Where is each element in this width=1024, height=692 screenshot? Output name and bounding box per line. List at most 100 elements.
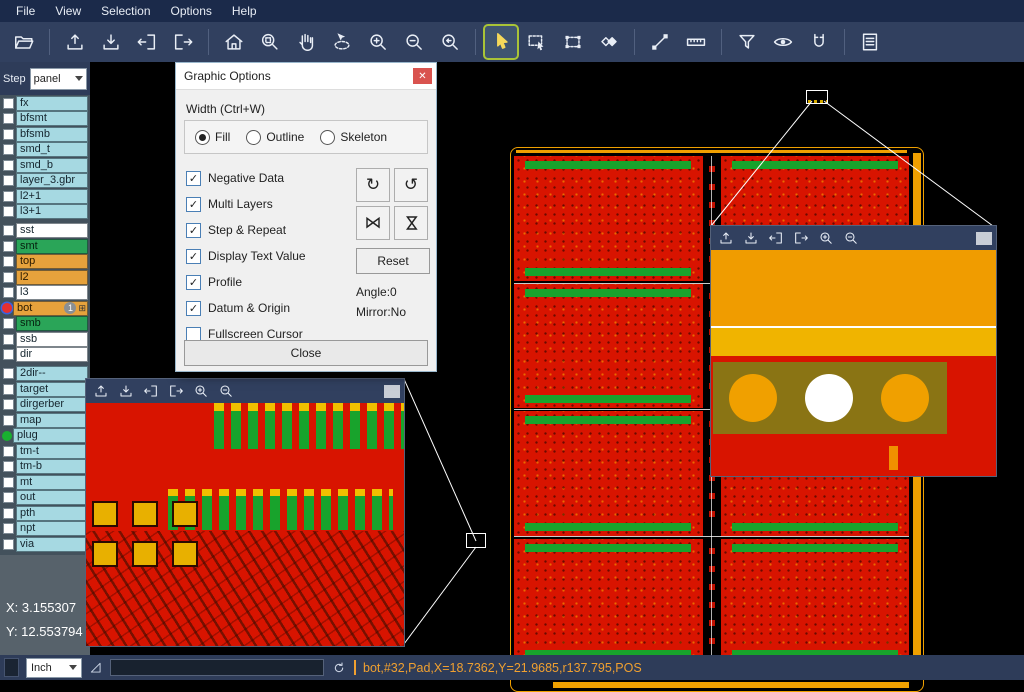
radio-outline[interactable]: Outline xyxy=(246,130,304,145)
window-button[interactable] xyxy=(384,385,400,398)
layer-checkbox[interactable] xyxy=(3,272,14,283)
close-icon[interactable]: ✕ xyxy=(413,68,432,84)
layer-name[interactable]: bfsmt xyxy=(16,111,88,126)
layer-row-l2[interactable]: l2 xyxy=(0,270,90,284)
layer-name[interactable]: bfsmb xyxy=(16,127,88,142)
magnifier-window-2[interactable] xyxy=(710,225,997,477)
checkbox-multi-layers[interactable]: Multi Layers xyxy=(186,194,352,214)
door-right-button[interactable] xyxy=(790,228,812,248)
menu-item-help[interactable]: Help xyxy=(222,2,267,20)
layer-name[interactable]: tm-t xyxy=(16,444,88,459)
tray-up-button[interactable] xyxy=(90,381,112,401)
checkbox-box[interactable] xyxy=(186,223,201,238)
tray-up-button[interactable] xyxy=(59,26,91,58)
layer-row-l3+1[interactable]: l3+1 xyxy=(0,205,90,219)
layer-row-ssb[interactable]: ssb xyxy=(0,332,90,346)
zoom-in-button[interactable] xyxy=(815,228,837,248)
mirror-vertical-button[interactable]: ⋈ xyxy=(394,206,428,240)
menu-item-options[interactable]: Options xyxy=(161,2,222,20)
magnifier-2-titlebar[interactable] xyxy=(711,226,996,250)
layer-checkbox[interactable] xyxy=(3,384,14,395)
door-left-button[interactable] xyxy=(140,381,162,401)
layer-row-tm-b[interactable]: tm-b xyxy=(0,460,90,474)
zoom-region-button[interactable] xyxy=(254,26,286,58)
layer-row-l3[interactable]: l3 xyxy=(0,286,90,300)
layer-checkbox[interactable] xyxy=(3,241,14,252)
layer-name[interactable]: l3 xyxy=(16,285,88,300)
layer-row-2dir--[interactable]: 2dir-- xyxy=(0,367,90,381)
layer-row-smd_b[interactable]: smd_b xyxy=(0,158,90,172)
layer-checkbox[interactable] xyxy=(3,160,14,171)
layer-row-sst[interactable]: sst xyxy=(0,224,90,238)
menu-item-file[interactable]: File xyxy=(6,2,45,20)
layer-name[interactable]: l2+1 xyxy=(16,189,88,204)
layer-row-dir[interactable]: dir xyxy=(0,348,90,362)
layer-row-bfsmt[interactable]: bfsmt xyxy=(0,112,90,126)
layer-name[interactable]: ssb xyxy=(16,332,88,347)
pan-hand-button[interactable] xyxy=(290,26,322,58)
zoom-out-button[interactable] xyxy=(398,26,430,58)
window-button[interactable] xyxy=(976,232,992,245)
door-left-button[interactable] xyxy=(131,26,163,58)
close-button[interactable]: Close xyxy=(184,340,428,366)
cursor-pointer-button[interactable] xyxy=(485,26,517,58)
layer-row-npt[interactable]: npt xyxy=(0,522,90,536)
rotate-cw-button[interactable]: ↻ xyxy=(356,168,390,202)
layer-name[interactable]: map xyxy=(16,413,88,428)
checkbox-box[interactable] xyxy=(186,275,201,290)
magnifier-window-1[interactable] xyxy=(85,378,405,647)
rotate-ccw-button[interactable]: ↺ xyxy=(394,168,428,202)
layer-name[interactable]: smb xyxy=(16,316,88,331)
layer-checkbox[interactable] xyxy=(3,113,14,124)
layer-name[interactable]: smd_t xyxy=(16,142,88,157)
layer-checkbox[interactable] xyxy=(3,508,14,519)
checkbox-box[interactable] xyxy=(186,197,201,212)
tray-down-button[interactable] xyxy=(95,26,127,58)
layer-name[interactable]: target xyxy=(16,382,88,397)
layer-row-pth[interactable]: pth xyxy=(0,506,90,520)
layer-row-target[interactable]: target xyxy=(0,382,90,396)
layer-checkbox[interactable] xyxy=(3,191,14,202)
layer-row-bfsmb[interactable]: bfsmb xyxy=(0,127,90,141)
snap-magnet-button[interactable] xyxy=(803,26,835,58)
layer-row-smd_t[interactable]: smd_t xyxy=(0,143,90,157)
layer-name[interactable]: npt xyxy=(16,521,88,536)
layer-name[interactable]: plug xyxy=(13,428,88,443)
layer-name[interactable]: via xyxy=(16,537,88,552)
layer-row-plug[interactable]: plug xyxy=(0,429,90,443)
menu-item-selection[interactable]: Selection xyxy=(91,2,160,20)
layer-checkbox[interactable] xyxy=(3,523,14,534)
command-input[interactable] xyxy=(110,659,324,676)
tray-down-button[interactable] xyxy=(115,381,137,401)
layer-checkbox[interactable] xyxy=(3,461,14,472)
report-list-button[interactable] xyxy=(854,26,886,58)
layer-checkbox[interactable] xyxy=(3,129,14,140)
layer-name[interactable]: smd_b xyxy=(16,158,88,173)
layer-checkbox[interactable] xyxy=(3,415,14,426)
layer-checkbox[interactable] xyxy=(3,349,14,360)
layer-checkbox[interactable] xyxy=(3,98,14,109)
checkbox-box[interactable] xyxy=(186,249,201,264)
layer-name[interactable]: smt xyxy=(16,239,88,254)
layer-row-smt[interactable]: smt xyxy=(0,239,90,253)
zoom-out-button[interactable] xyxy=(840,228,862,248)
filter-funnel-button[interactable] xyxy=(731,26,763,58)
checkbox-negative-data[interactable]: Negative Data xyxy=(186,168,352,188)
layer-row-map[interactable]: map xyxy=(0,413,90,427)
open-folder-button[interactable] xyxy=(8,26,40,58)
eye-button[interactable] xyxy=(767,26,799,58)
layer-checkbox[interactable] xyxy=(3,225,14,236)
checkbox-box[interactable] xyxy=(186,171,201,186)
zoom-out-button[interactable] xyxy=(215,381,237,401)
layer-name[interactable]: mt xyxy=(16,475,88,490)
magnifier-1-titlebar[interactable] xyxy=(86,379,404,403)
lasso-select-button[interactable] xyxy=(326,26,358,58)
layer-name[interactable]: layer_3.gbr xyxy=(16,173,88,188)
layer-row-tm-t[interactable]: tm-t xyxy=(0,444,90,458)
layer-name[interactable]: pth xyxy=(16,506,88,521)
layer-name[interactable]: l3+1 xyxy=(16,204,88,219)
layer-name[interactable]: l2 xyxy=(16,270,88,285)
door-right-button[interactable] xyxy=(165,381,187,401)
layer-row-out[interactable]: out xyxy=(0,491,90,505)
door-right-button[interactable] xyxy=(167,26,199,58)
